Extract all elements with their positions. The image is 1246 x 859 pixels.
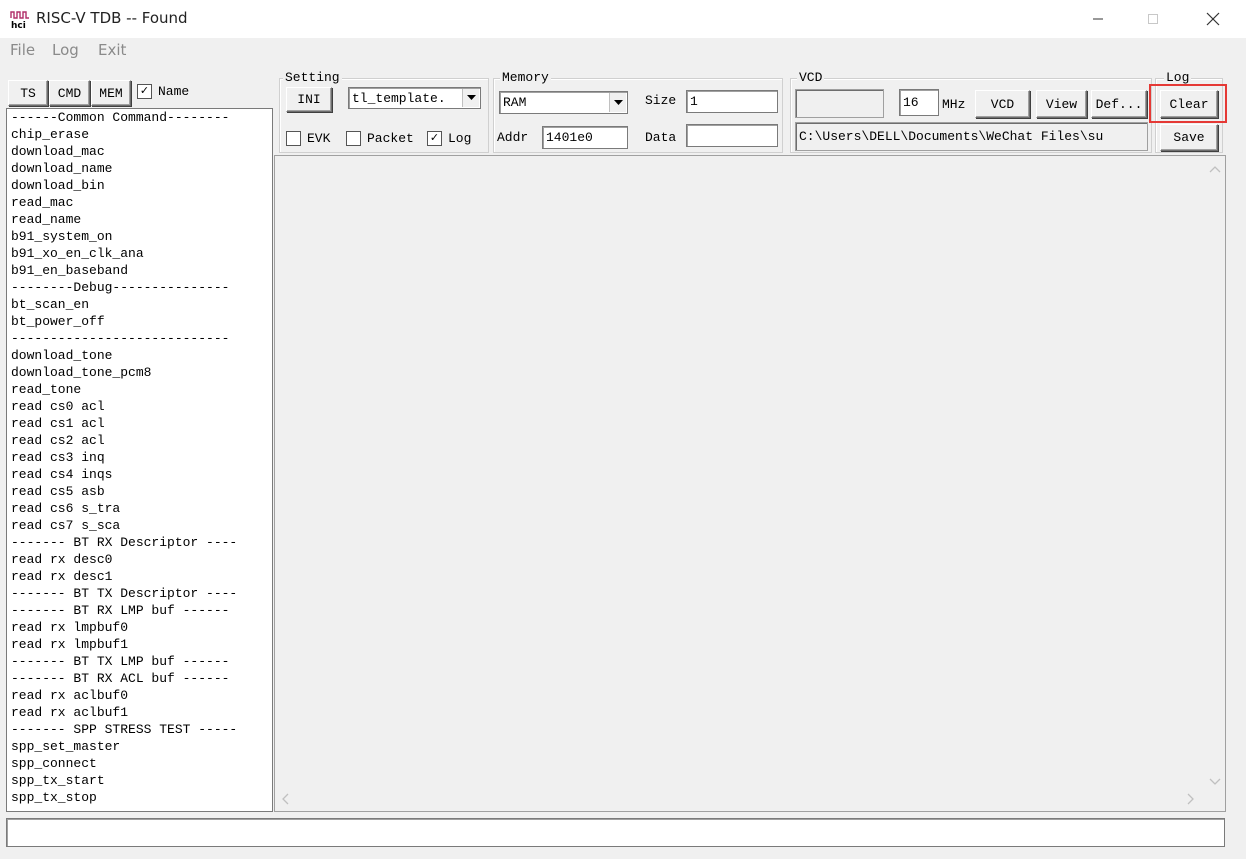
log-checkbox[interactable]: ✓	[427, 131, 442, 146]
list-item[interactable]: ------- BT TX Descriptor ----	[7, 585, 272, 602]
list-item[interactable]: download_mac	[7, 143, 272, 160]
window-title: RISC-V TDB -- Found	[36, 9, 188, 27]
command-input[interactable]	[6, 818, 1225, 847]
template-select[interactable]: tl_template.	[348, 87, 481, 109]
addr-input[interactable]: 1401e0	[542, 126, 628, 149]
highlight-box	[1149, 84, 1227, 123]
packet-checkbox[interactable]	[346, 131, 361, 146]
list-item[interactable]: read cs0 acl	[7, 398, 272, 415]
list-item[interactable]: b91_xo_en_clk_ana	[7, 245, 272, 262]
list-item[interactable]: read rx lmpbuf0	[7, 619, 272, 636]
list-item[interactable]: read_tone	[7, 381, 272, 398]
memory-type-value: RAM	[503, 95, 527, 110]
packet-label: Packet	[367, 131, 414, 146]
list-item[interactable]: ------- BT RX ACL buf ------	[7, 670, 272, 687]
cmd-button[interactable]: CMD	[49, 80, 90, 106]
close-icon[interactable]	[1190, 0, 1236, 38]
data-input[interactable]	[686, 124, 778, 147]
list-item[interactable]: read rx lmpbuf1	[7, 636, 272, 653]
view-button[interactable]: View	[1036, 90, 1087, 118]
log-checkbox-group[interactable]: ✓ Log	[427, 131, 471, 146]
mem-button[interactable]: MEM	[91, 80, 131, 106]
list-item[interactable]: bt_power_off	[7, 313, 272, 330]
addr-label: Addr	[497, 130, 529, 145]
maximize-icon[interactable]	[1130, 0, 1176, 38]
chevron-down-icon[interactable]	[462, 89, 479, 107]
name-checkbox-group[interactable]: ✓ Name	[137, 84, 189, 99]
list-item[interactable]: ------- BT TX LMP buf ------	[7, 653, 272, 670]
svg-text:hci: hci	[11, 21, 26, 29]
list-item[interactable]: read_name	[7, 211, 272, 228]
list-item[interactable]: read cs3 inq	[7, 449, 272, 466]
menu-log[interactable]: Log	[52, 41, 79, 59]
list-item[interactable]: download_tone_pcm8	[7, 364, 272, 381]
vcd-title: VCD	[797, 70, 825, 85]
data-label: Data	[645, 130, 677, 145]
list-item[interactable]: read cs1 acl	[7, 415, 272, 432]
name-checkbox[interactable]: ✓	[137, 84, 152, 99]
list-item[interactable]: read rx desc1	[7, 568, 272, 585]
list-item[interactable]: download_tone	[7, 347, 272, 364]
list-item[interactable]: ----------------------------	[7, 330, 272, 347]
name-label: Name	[158, 84, 190, 99]
list-item[interactable]: b91_en_baseband	[7, 262, 272, 279]
list-item[interactable]: chip_erase	[7, 126, 272, 143]
list-item[interactable]: read cs6 s_tra	[7, 500, 272, 517]
list-item[interactable]: ------- SPP STRESS TEST -----	[7, 721, 272, 738]
list-item[interactable]: read cs4 inqs	[7, 466, 272, 483]
log-label: Log	[448, 131, 472, 146]
list-item[interactable]: read_mac	[7, 194, 272, 211]
list-item[interactable]: read cs2 acl	[7, 432, 272, 449]
list-item[interactable]: read rx desc0	[7, 551, 272, 568]
ini-button[interactable]: INI	[286, 87, 332, 112]
memory-type-select[interactable]: RAM	[499, 91, 628, 114]
minimize-icon[interactable]	[1075, 0, 1121, 38]
evk-checkbox[interactable]	[286, 131, 301, 146]
def-button[interactable]: Def...	[1091, 90, 1147, 118]
app-icon: hci	[10, 9, 30, 31]
list-item[interactable]: read cs5 asb	[7, 483, 272, 500]
evk-checkbox-group[interactable]: EVK	[286, 131, 330, 146]
scroll-down-icon[interactable]	[1209, 773, 1221, 791]
log-title: Log	[1164, 70, 1192, 85]
title-bar: hci RISC-V TDB -- Found	[0, 0, 1246, 38]
size-input[interactable]: 1	[686, 90, 778, 113]
vcd-path-field[interactable]: C:\Users\DELL\Documents\WeChat Files\su	[795, 122, 1148, 151]
list-item[interactable]: spp_tx_stop	[7, 789, 272, 806]
vcd-button[interactable]: VCD	[975, 90, 1030, 118]
list-item[interactable]: spp_tx_start	[7, 772, 272, 789]
chevron-down-icon[interactable]	[609, 93, 626, 112]
packet-checkbox-group[interactable]: Packet	[346, 131, 414, 146]
list-item[interactable]: bt_scan_en	[7, 296, 272, 313]
template-select-value: tl_template.	[352, 90, 446, 106]
list-item[interactable]: ------- BT RX Descriptor ----	[7, 534, 272, 551]
log-output[interactable]	[274, 155, 1226, 812]
list-item[interactable]: b91_system_on	[7, 228, 272, 245]
menu-file[interactable]: File	[10, 41, 35, 59]
list-item[interactable]: read rx aclbuf0	[7, 687, 272, 704]
evk-label: EVK	[307, 131, 331, 146]
scroll-left-icon[interactable]	[281, 792, 289, 810]
frequency-unit: MHz	[942, 97, 966, 112]
list-item[interactable]: ------Common Command--------	[7, 109, 272, 126]
list-item[interactable]: read cs7 s_sca	[7, 517, 272, 534]
ts-button[interactable]: TS	[8, 80, 48, 106]
list-item[interactable]: spp_set_master	[7, 738, 272, 755]
scroll-up-icon[interactable]	[1209, 160, 1221, 178]
menu-exit[interactable]: Exit	[98, 41, 126, 59]
memory-title: Memory	[500, 70, 551, 85]
list-item[interactable]: download_name	[7, 160, 272, 177]
list-item[interactable]: spp_connect	[7, 755, 272, 772]
vcd-status-field	[795, 89, 884, 118]
setting-title: Setting	[283, 70, 342, 85]
size-label: Size	[645, 93, 677, 108]
command-list[interactable]: ------Common Command-------- chip_erase do…	[6, 108, 273, 812]
list-item[interactable]: download_bin	[7, 177, 272, 194]
scroll-right-icon[interactable]	[1187, 792, 1195, 810]
frequency-input[interactable]: 16	[899, 89, 939, 116]
list-item[interactable]: ------- BT RX LMP buf ------	[7, 602, 272, 619]
save-button[interactable]: Save	[1160, 124, 1218, 151]
list-item[interactable]: read rx aclbuf1	[7, 704, 272, 721]
list-item[interactable]: --------Debug---------------	[7, 279, 272, 296]
